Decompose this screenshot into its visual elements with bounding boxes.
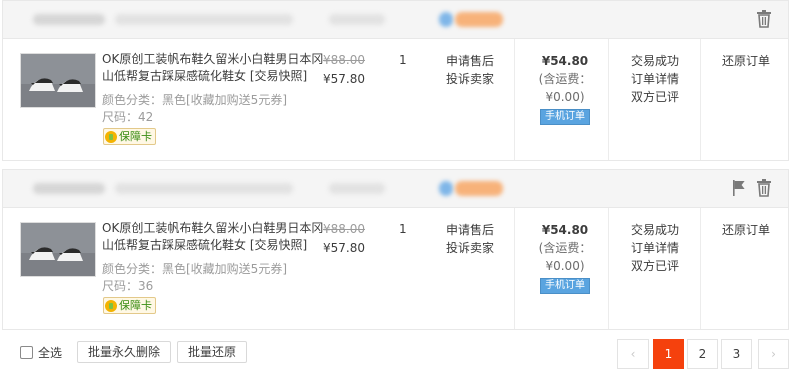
product-title[interactable]: OK原创工装帆布鞋久留米小白鞋男日本冈山低帮复古踩屎感硫化鞋女 [交易快照] (102, 51, 324, 85)
complain-seller-link[interactable]: 投诉卖家 (446, 239, 494, 257)
next-page-button[interactable]: › (758, 339, 789, 369)
review-status[interactable]: 双方已评 (631, 257, 679, 275)
blurred-shop-name (329, 183, 385, 194)
guarantee-label: 保障卡 (119, 299, 152, 312)
column-divider (608, 208, 609, 329)
blurred-order-number (115, 14, 293, 25)
order-total: ¥54.80 (含运费：¥0.00) 手机订单 (520, 221, 610, 294)
page-1-button[interactable]: 1 (653, 339, 684, 369)
order-details-link[interactable]: 订单详情 (631, 70, 679, 88)
column-divider (514, 208, 515, 329)
blurred-shop-name (329, 14, 385, 25)
order-body: OK原创工装帆布鞋久留米小白鞋男日本冈山低帮复古踩屎感硫化鞋女 [交易快照] 颜… (3, 39, 788, 160)
column-divider (700, 39, 701, 160)
select-all-checkbox[interactable] (20, 345, 33, 359)
product-attributes: 颜色分类：黑色[收藏加购送5元券] 尺码：42 (102, 93, 287, 124)
apply-after-sales-link[interactable]: 申请售后 (446, 221, 494, 239)
batch-restore-button[interactable]: 批量还原 (177, 341, 248, 363)
trash-icon[interactable] (754, 178, 774, 198)
order-details-link[interactable]: 订单详情 (631, 239, 679, 257)
original-price: ¥88.00 (323, 222, 365, 236)
shipping-fee: (含运费：¥0.00) (538, 241, 592, 273)
guarantee-icon (105, 299, 117, 312)
order-card: OK原创工装帆布鞋久留米小白鞋男日本冈山低帮复古踩屎感硫化鞋女 [交易快照] 颜… (2, 169, 789, 330)
mobile-order-tag: 手机订单 (540, 278, 590, 294)
select-all-label[interactable]: 全选 (38, 344, 62, 361)
order-card: OK原创工装帆布鞋久留米小白鞋男日本冈山低帮复古踩屎感硫化鞋女 [交易快照] 颜… (2, 0, 789, 161)
quantity: 1 (399, 53, 407, 67)
column-divider (608, 39, 609, 160)
product-thumbnail[interactable] (20, 53, 96, 108)
blurred-order-date (33, 14, 105, 25)
page-3-button[interactable]: 3 (721, 339, 752, 369)
column-divider (700, 208, 701, 329)
prev-page-button[interactable]: ‹ (617, 339, 649, 369)
total-amount: ¥54.80 (541, 223, 589, 237)
column-divider (514, 39, 515, 160)
blurred-shop-badge (455, 12, 503, 27)
restore-order-link[interactable]: 还原订单 (722, 221, 770, 238)
product-thumbnail[interactable] (20, 222, 96, 277)
apply-after-sales-link[interactable]: 申请售后 (446, 52, 494, 70)
status-text: 交易成功 (631, 223, 680, 237)
review-status[interactable]: 双方已评 (631, 88, 679, 106)
current-price: ¥57.80 (323, 241, 365, 255)
blurred-order-number (115, 183, 293, 194)
current-price: ¥57.80 (323, 72, 365, 86)
page-2-button[interactable]: 2 (687, 339, 718, 369)
order-header (3, 1, 788, 39)
original-price: ¥88.00 (323, 53, 365, 67)
complain-seller-link[interactable]: 投诉卖家 (446, 70, 494, 88)
blurred-shop-icon (439, 181, 453, 196)
order-total: ¥54.80 (含运费：¥0.00) 手机订单 (520, 52, 610, 125)
guarantee-badge[interactable]: 保障卡 (103, 297, 156, 314)
guarantee-icon (105, 130, 117, 143)
batch-delete-button[interactable]: 批量永久删除 (77, 341, 172, 363)
order-header (3, 170, 788, 208)
mobile-order-tag: 手机订单 (540, 109, 590, 125)
order-status: 交易成功 订单详情 双方已评 (631, 52, 679, 106)
order-status: 交易成功 订单详情 双方已评 (631, 221, 679, 275)
after-sales-links: 申请售后 投诉卖家 (446, 52, 494, 88)
blurred-shop-badge (455, 181, 503, 196)
product-attributes: 颜色分类：黑色[收藏加购送5元券] 尺码：36 (102, 262, 287, 293)
product-title[interactable]: OK原创工装帆布鞋久留米小白鞋男日本冈山低帮复古踩屎感硫化鞋女 [交易快照] (102, 220, 324, 254)
total-amount: ¥54.80 (541, 54, 589, 68)
status-text: 交易成功 (631, 54, 680, 68)
shipping-fee: (含运费：¥0.00) (538, 72, 592, 104)
guarantee-badge[interactable]: 保障卡 (103, 128, 156, 145)
blurred-order-date (33, 183, 105, 194)
quantity: 1 (399, 222, 407, 236)
blurred-shop-icon (439, 12, 453, 27)
restore-order-link[interactable]: 还原订单 (722, 52, 770, 69)
order-body: OK原创工装帆布鞋久留米小白鞋男日本冈山低帮复古踩屎感硫化鞋女 [交易快照] 颜… (3, 208, 788, 329)
after-sales-links: 申请售后 投诉卖家 (446, 221, 494, 257)
guarantee-label: 保障卡 (119, 130, 152, 143)
batch-actions: 全选 批量永久删除 批量还原 (20, 341, 253, 363)
flag-icon[interactable] (729, 178, 749, 198)
trash-icon[interactable] (754, 9, 774, 29)
